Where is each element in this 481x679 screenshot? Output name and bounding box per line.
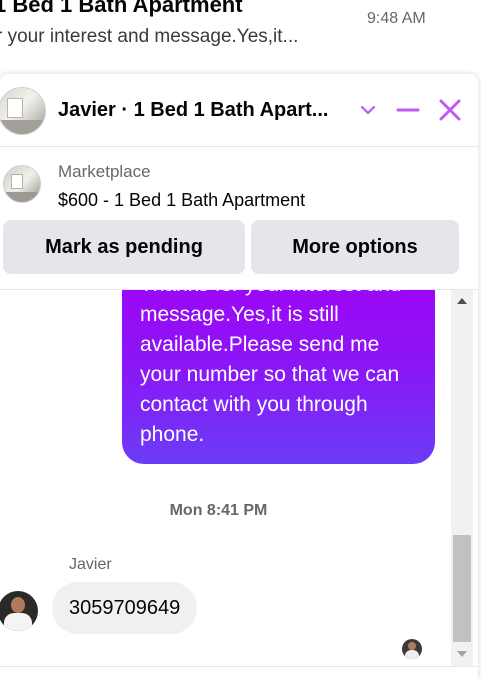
avatar-floor-shape: [0, 120, 45, 134]
composer-area[interactable]: [0, 667, 478, 679]
chevron-down-icon[interactable]: [352, 94, 384, 126]
marketplace-listing-bar: Marketplace $600 - 1 Bed 1 Bath Apartmen…: [0, 147, 478, 287]
preview-time: 9:48 AM: [367, 10, 426, 27]
thumb-window-shape: [11, 174, 23, 189]
more-options-button[interactable]: More options: [251, 220, 459, 274]
listing-thumbnail[interactable]: [3, 165, 41, 203]
minimize-icon[interactable]: [392, 94, 424, 126]
close-icon[interactable]: [434, 94, 466, 126]
scroll-down-arrow-icon[interactable]: [457, 651, 467, 657]
sender-avatar[interactable]: [0, 591, 38, 631]
chat-header: Javier · 1 Bed 1 Bath Apart...: [0, 74, 478, 147]
avatar-window-shape: [7, 98, 23, 118]
read-receipt-avatar: [402, 639, 422, 659]
thumb-floor-shape: [4, 192, 40, 202]
chat-title[interactable]: Javier · 1 Bed 1 Bath Apart...: [58, 99, 348, 122]
outgoing-message-bubble[interactable]: Thanks for your interest and message.Yes…: [122, 290, 435, 464]
scroll-up-arrow-icon[interactable]: [457, 298, 467, 304]
message-scrollbar[interactable]: [451, 290, 473, 666]
incoming-message-bubble[interactable]: 3059709649: [52, 582, 198, 634]
avatar-face-shape: [11, 597, 25, 613]
sender-name: Javier: [69, 556, 112, 573]
marketplace-label: Marketplace: [58, 162, 151, 181]
chat-window: Javier · 1 Bed 1 Bath Apart... Marketpla…: [0, 74, 478, 679]
background-conversation-preview[interactable]: 1 Bed 1 Bath Apartment r your interest a…: [0, 0, 481, 80]
preview-snippet: r your interest and message.Yes,it...: [0, 26, 299, 47]
mark-as-pending-button[interactable]: Mark as pending: [3, 220, 245, 274]
receipt-body-shape: [405, 650, 419, 659]
preview-title: 1 Bed 1 Bath Apartment: [0, 0, 243, 17]
listing-avatar[interactable]: [0, 87, 46, 135]
listing-price-title[interactable]: $600 - 1 Bed 1 Bath Apartment: [58, 190, 305, 211]
messenger-page: 1 Bed 1 Bath Apartment r your interest a…: [0, 0, 481, 679]
receipt-face-shape: [408, 642, 416, 650]
message-timestamp: Mon 8:41 PM: [169, 502, 268, 519]
scrollbar-thumb[interactable]: [453, 535, 471, 642]
avatar-body-shape: [4, 613, 32, 631]
message-thread[interactable]: Thanks for your interest and message.Yes…: [0, 290, 478, 666]
